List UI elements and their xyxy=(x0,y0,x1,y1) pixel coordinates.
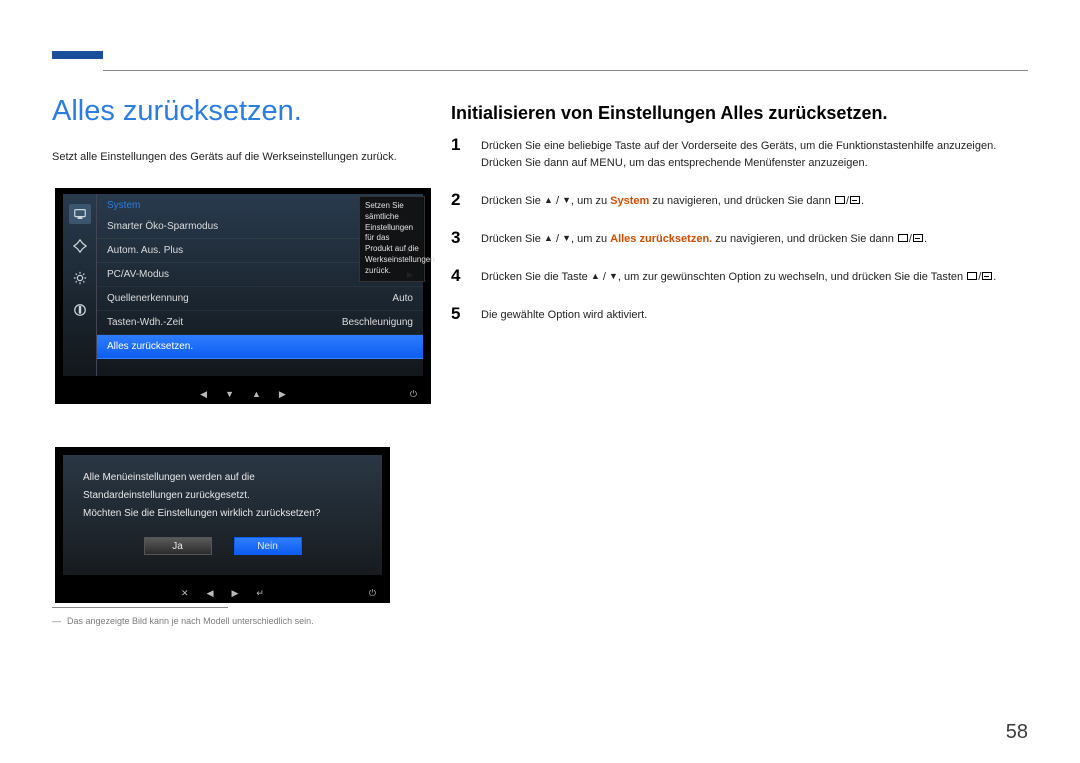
power-icon: ⏻ xyxy=(410,389,417,400)
step-number: 3 xyxy=(451,228,465,248)
down-arrow-glyph: ▼ xyxy=(609,271,618,281)
step-text: Die gewählte Option wird aktiviert. xyxy=(481,304,647,324)
up-arrow-glyph: ▲ xyxy=(591,271,600,281)
down-arrow-glyph: ▼ xyxy=(562,233,571,243)
page-title: Alles zurücksetzen. xyxy=(52,95,302,128)
confirm-no-button: Nein xyxy=(234,537,302,555)
button-glyph xyxy=(898,234,908,242)
system-keyword: System xyxy=(610,195,649,207)
osd-row-label: Autom. Aus. Plus xyxy=(107,245,183,256)
osd-menu-screenshot: System Smarter Öko-Sparmodus Aus▶ Autom.… xyxy=(55,188,431,384)
step-1: 1 Drücken Sie eine beliebige Taste auf d… xyxy=(451,135,1028,172)
nav-right-icon: ▶ xyxy=(232,588,239,599)
step-number: 4 xyxy=(451,266,465,286)
footnote: ―Das angezeigte Bild kann je nach Modell… xyxy=(52,616,314,626)
confirm-line: Standardeinstellungen zurückgesetzt. xyxy=(83,487,362,505)
osd-row-label: Quellenerkennung xyxy=(107,293,189,304)
step-text: Drücken Sie eine beliebige Taste auf der… xyxy=(481,135,1028,172)
gear-icon xyxy=(69,268,91,288)
enter-icon: ↵ xyxy=(256,588,264,599)
osd-nav-bar: ◀ ▼ ▲ ▶ ⏻ xyxy=(55,384,431,404)
osd-row-source: Quellenerkennung Auto xyxy=(97,287,423,311)
menu-keyword: MENU xyxy=(590,157,623,169)
adjust-icon xyxy=(69,236,91,256)
enter-glyph xyxy=(982,272,992,280)
step-2: 2 Drücken Sie ▲ / ▼, um zu System zu nav… xyxy=(451,190,1028,210)
step-number: 1 xyxy=(451,135,465,155)
enter-glyph xyxy=(913,234,923,242)
page-number: 58 xyxy=(1006,721,1028,744)
osd-row-label: Alles zurücksetzen. xyxy=(107,341,193,352)
step-5: 5 Die gewählte Option wird aktiviert. xyxy=(451,304,1028,324)
osd-row-reset-all: Alles zurücksetzen. xyxy=(97,335,423,359)
down-arrow-glyph: ▼ xyxy=(562,195,571,205)
footnote-rule xyxy=(52,607,228,608)
step-4: 4 Drücken Sie die Taste ▲ / ▼, um zur ge… xyxy=(451,266,1028,286)
nav-left-icon: ◀ xyxy=(207,588,214,599)
power-icon: ⏻ xyxy=(369,588,376,599)
osd-row-value: Auto xyxy=(392,293,413,304)
enter-glyph xyxy=(850,196,860,204)
osd-sidebar xyxy=(63,194,97,376)
confirm-yes-button: Ja xyxy=(144,537,212,555)
step-number: 2 xyxy=(451,190,465,210)
osd-tooltip: Setzen Sie sämtliche Einstellungen für d… xyxy=(359,196,425,282)
step-text: Drücken Sie ▲ / ▼, um zu System zu navig… xyxy=(481,190,864,210)
osd-confirm-screenshot: Alle Menüeinstellungen werden auf die St… xyxy=(55,447,390,583)
procedure-heading: Initialisieren von Einstellungen Alles z… xyxy=(451,103,887,124)
procedure-steps: 1 Drücken Sie eine beliebige Taste auf d… xyxy=(451,135,1028,342)
step-3: 3 Drücken Sie ▲ / ▼, um zu Alles zurücks… xyxy=(451,228,1028,248)
step-number: 5 xyxy=(451,304,465,324)
nav-right-icon: ▶ xyxy=(279,389,286,400)
osd-row-keyrepeat: Tasten-Wdh.-Zeit Beschleunigung xyxy=(97,311,423,335)
nav-up-icon: ▲ xyxy=(252,389,261,399)
reset-keyword: Alles zurücksetzen. xyxy=(610,233,712,245)
nav-down-icon: ▼ xyxy=(225,389,234,399)
osd-confirm-nav-bar: ✕ ◀ ▶ ↵ ⏻ xyxy=(55,583,390,603)
info-icon xyxy=(69,300,91,320)
osd-row-label: PC/AV-Modus xyxy=(107,269,169,280)
step-text: Drücken Sie ▲ / ▼, um zu Alles zurückset… xyxy=(481,228,927,248)
nav-left-icon: ◀ xyxy=(200,389,207,400)
osd-row-value: Beschleunigung xyxy=(342,317,413,328)
osd-row-label: Smarter Öko-Sparmodus xyxy=(107,221,218,232)
osd-row-label: Tasten-Wdh.-Zeit xyxy=(107,317,183,328)
up-arrow-glyph: ▲ xyxy=(544,233,553,243)
header-accent-bar xyxy=(52,51,103,59)
button-glyph xyxy=(967,272,977,280)
button-glyph xyxy=(835,196,845,204)
header-rule xyxy=(103,70,1028,71)
step-text: Drücken Sie die Taste ▲ / ▼, um zur gewü… xyxy=(481,266,996,286)
confirm-line: Möchten Sie die Einstellungen wirklich z… xyxy=(83,505,362,523)
monitor-icon xyxy=(69,204,91,224)
close-icon: ✕ xyxy=(181,588,189,599)
confirm-line: Alle Menüeinstellungen werden auf die xyxy=(83,469,362,487)
page-description: Setzt alle Einstellungen des Geräts auf … xyxy=(52,151,397,163)
confirm-text: Alle Menüeinstellungen werden auf die St… xyxy=(83,469,362,523)
up-arrow-glyph: ▲ xyxy=(544,195,553,205)
